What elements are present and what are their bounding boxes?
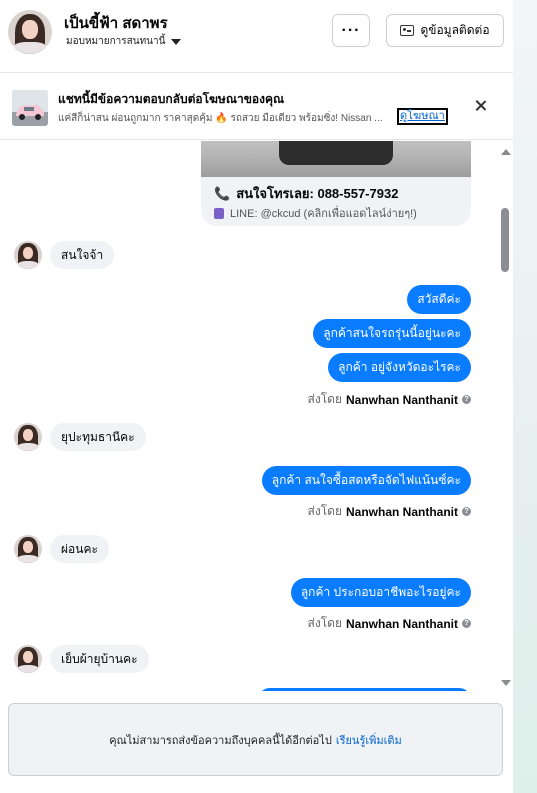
help-icon[interactable]: ? [462, 395, 471, 404]
contact-card-icon [400, 25, 415, 36]
outgoing-message[interactable]: ลูกค้า สนใจซื้อสดหรือจัดไฟแน้นซ์คะ [261, 466, 471, 495]
incoming-message-row: ผ่อนคะ [14, 535, 109, 563]
sent-by-name: Nanwhan Nanthanit [345, 616, 458, 631]
incoming-message[interactable]: ผ่อนคะ [50, 535, 109, 563]
sent-by-prefix: ส่งโดย [307, 616, 342, 630]
sent-by-prefix: ส่งโดย [307, 392, 342, 406]
outgoing-message[interactable]: ลูกค้าสนใจรถรุ่นนี้อยู่นะคะ [313, 319, 471, 348]
phone-icon: 📞 [214, 185, 231, 201]
ad-thumbnail [12, 90, 48, 126]
contact-avatar-small [14, 535, 42, 563]
contact-name[interactable]: เป็นขี้ฟ้า สดาพร [64, 11, 168, 35]
scroll-up-arrow-icon[interactable] [501, 149, 511, 155]
contact-avatar-small [14, 423, 42, 451]
outgoing-message-partial [258, 688, 471, 691]
more-options-button[interactable]: ··· [332, 14, 370, 47]
incoming-message[interactable]: ยุปะทุมธานีคะ [50, 423, 146, 451]
sent-by-label: ส่งโดย Nanwhan Nanthanit ? [308, 390, 471, 409]
message-list[interactable]: 📞 สนใจโทรเลย: 088-557-7932 LINE: @ckcud … [0, 141, 513, 691]
ad-message-card: 📞 สนใจโทรเลย: 088-557-7932 LINE: @ckcud … [201, 141, 471, 226]
close-icon[interactable] [471, 96, 491, 116]
incoming-message-row: ยุปะทุมธานีคะ [14, 423, 146, 451]
view-contact-info-button[interactable]: ดูข้อมูลติดต่อ [386, 14, 504, 47]
scrollbar-thumb[interactable] [501, 208, 509, 272]
ad-card-phone: 📞 สนใจโทรเลย: 088-557-7932 [214, 183, 398, 204]
scrollbar[interactable] [497, 145, 513, 693]
outgoing-message[interactable]: ลูกค้า อยู่จังหวัดอะไรคะ [328, 353, 471, 382]
ad-banner-description: แค่สีก็น่าสน ผ่อนถูกมาก ราคาสุดคุ้ม 🔥 รถ… [58, 113, 383, 124]
ad-reply-banner: แชทนี้มีข้อความตอบกลับต่อโฆษณาของคุณ แค่… [0, 72, 513, 140]
background-strip [513, 0, 537, 793]
contact-avatar-small [14, 645, 42, 673]
sent-by-prefix: ส่งโดย [307, 504, 342, 518]
ad-card-image [201, 141, 471, 177]
messaging-disabled-notice: คุณไม่สามารถส่งข้อความถึงบุคคลนี้ได้อีกต… [8, 703, 503, 776]
ad-card-line: LINE: @ckcud (คลิกเพื่อแอดไลน์ง่ายๆ!) [214, 204, 417, 222]
contact-avatar-small [14, 241, 42, 269]
contact-avatar[interactable] [8, 10, 52, 54]
sent-by-name: Nanwhan Nanthanit [345, 392, 458, 407]
chat-panel: เป็นขี้ฟ้า สดาพร มอบหมายการสนทนานี้ ··· … [0, 0, 513, 793]
incoming-message-row: สนใจจ้า [14, 241, 115, 269]
ad-card-phone-text: สนใจโทรเลย: 088-557-7932 [236, 186, 399, 201]
scroll-down-arrow-icon[interactable] [501, 680, 511, 686]
help-icon[interactable]: ? [462, 507, 471, 516]
assign-conversation-dropdown[interactable]: มอบหมายการสนทนานี้ [66, 34, 182, 49]
ad-card-line-text: LINE: @ckcud (คลิกเพื่อแอดไลน์ง่ายๆ!) [230, 208, 417, 220]
incoming-message[interactable]: สนใจจ้า [50, 241, 115, 269]
notice-text: คุณไม่สามารถส่งข้อความถึงบุคคลนี้ได้อีกต… [109, 734, 332, 747]
incoming-message[interactable]: เย็บผ้ายุบ้านคะ [50, 645, 149, 673]
view-ad-link[interactable]: ดูโฆษณา [397, 108, 448, 125]
view-contact-info-label: ดูข้อมูลติดต่อ [420, 23, 490, 37]
help-icon[interactable]: ? [462, 619, 471, 628]
learn-more-link[interactable]: เรียนรู้เพิ่มเติม [336, 731, 402, 749]
conversation-header: เป็นขี้ฟ้า สดาพร มอบหมายการสนทนานี้ ··· … [0, 0, 513, 62]
sent-by-label: ส่งโดย Nanwhan Nanthanit ? [308, 614, 471, 633]
incoming-message-row: เย็บผ้ายุบ้านคะ [14, 645, 149, 673]
outgoing-message[interactable]: สวัสดีค่ะ [407, 285, 471, 314]
ad-banner-title: แชทนี้มีข้อความตอบกลับต่อโฆษณาของคุณ [58, 92, 285, 106]
outgoing-message[interactable]: ลูกค้า ประกอบอาชีพอะไรอยู่คะ [290, 578, 471, 607]
assign-label: มอบหมายการสนทนานี้ [66, 36, 166, 47]
sent-by-label: ส่งโดย Nanwhan Nanthanit ? [308, 502, 471, 521]
line-app-icon [214, 207, 224, 219]
caret-down-icon [171, 38, 182, 45]
sent-by-name: Nanwhan Nanthanit [345, 504, 458, 519]
